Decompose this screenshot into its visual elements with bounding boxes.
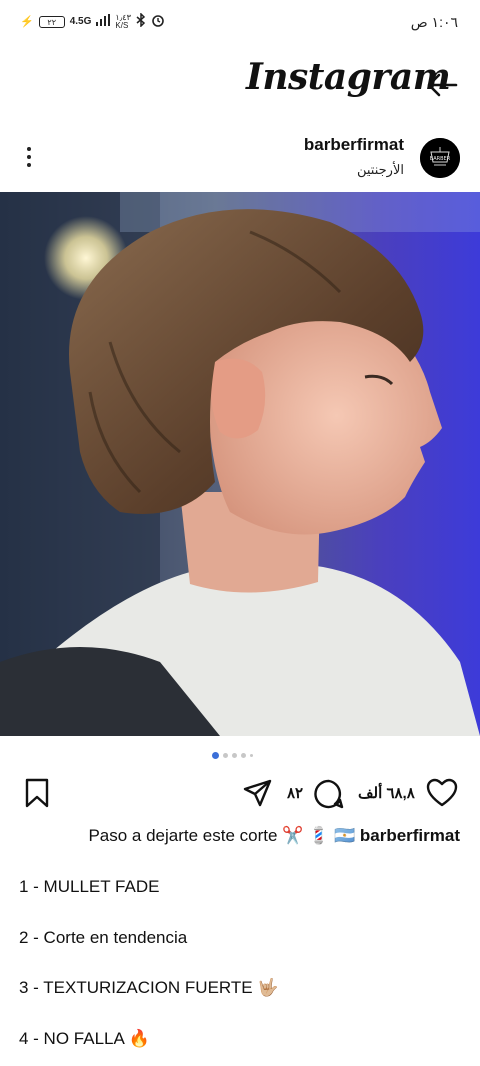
carousel-dot-active — [212, 752, 219, 759]
alarm-icon — [151, 13, 165, 30]
post-header: barberfirmat الأرجنتين BARBER — [0, 128, 480, 190]
caption-username[interactable]: barberfirmat — [360, 826, 460, 845]
app-bar: Instagram — [0, 50, 480, 120]
like-count[interactable]: ٦٨,٨ ألف — [358, 784, 415, 802]
caption-line-4: 4 - NO FALLA 🔥 — [19, 1029, 150, 1048]
post-location[interactable]: الأرجنتين — [357, 162, 404, 178]
bluetooth-icon — [136, 12, 146, 30]
post-image[interactable] — [0, 192, 480, 736]
network-label: 4.5G — [69, 16, 92, 27]
caption-text: Paso a dejarte este corte ✂️ 💈 🇦🇷 — [88, 826, 356, 845]
share-icon[interactable] — [242, 778, 272, 813]
comment-icon[interactable] — [313, 778, 345, 815]
post-caption: Paso a dejarte este corte ✂️ 💈 🇦🇷 barber… — [88, 826, 460, 846]
charging-icon: ⚡ — [20, 16, 34, 28]
post-username[interactable]: barberfirmat — [304, 135, 404, 155]
carousel-dot — [223, 753, 228, 758]
signal-icon — [96, 14, 111, 29]
speed-label: ١٫٤٣ K/S — [115, 12, 131, 30]
clock: ١:٠٦ ص — [410, 14, 458, 30]
carousel-dot — [250, 754, 253, 757]
back-arrow-icon[interactable] — [426, 70, 458, 100]
caption-line-3: 3 - TEXTURIZACION FUERTE 🤟🏼 — [19, 978, 279, 997]
battery-icon: ٢٢ — [38, 15, 65, 28]
instagram-logo: Instagram — [246, 56, 451, 98]
more-options-icon[interactable] — [20, 143, 38, 171]
carousel-dot — [232, 753, 237, 758]
status-bar: ⚡ ٢٢ 4.5G ١٫٤٣ K/S ١:٠٦ ص — [0, 0, 480, 46]
svg-text:BARBER: BARBER — [430, 156, 451, 162]
post-actions: ٨٢ ٦٨,٨ ألف — [0, 776, 480, 812]
bookmark-icon[interactable] — [24, 778, 50, 813]
comment-count[interactable]: ٨٢ — [287, 784, 303, 802]
status-icons: ⚡ ٢٢ 4.5G ١٫٤٣ K/S — [20, 12, 165, 30]
caption-line-2: 2 - Corte en tendencia — [19, 928, 188, 947]
heart-icon[interactable] — [426, 778, 458, 813]
carousel-dot — [241, 753, 246, 758]
caption-line-1: 1 - MULLET FADE — [19, 877, 160, 896]
carousel-indicator — [212, 752, 253, 759]
avatar[interactable]: BARBER — [420, 138, 460, 178]
